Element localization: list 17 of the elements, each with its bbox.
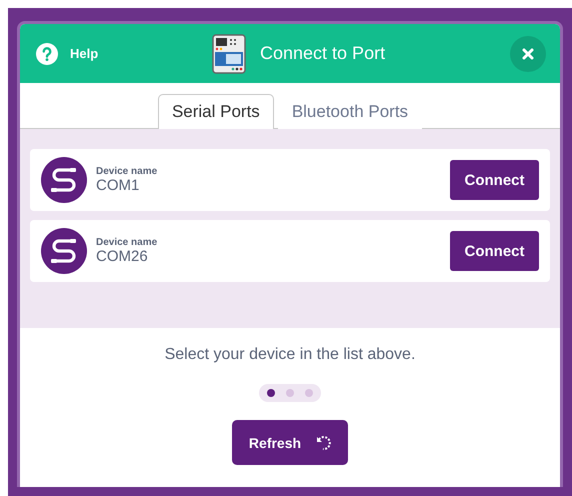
cable-icon bbox=[41, 228, 87, 274]
connect-button[interactable]: Connect bbox=[450, 231, 539, 271]
help-icon[interactable] bbox=[36, 42, 58, 64]
device-caption: Device name bbox=[96, 237, 158, 248]
device-name: COM26 bbox=[96, 248, 149, 265]
refresh-icon bbox=[315, 434, 332, 450]
connect-button[interactable]: Connect bbox=[450, 160, 539, 200]
device-name: COM1 bbox=[96, 177, 140, 194]
close-button[interactable] bbox=[510, 36, 546, 72]
tab[interactable]: Serial Ports bbox=[158, 94, 274, 129]
cable-icon bbox=[41, 157, 87, 203]
refresh-button[interactable]: Refresh bbox=[232, 420, 348, 465]
instruction-text: Select your device in the list above. bbox=[164, 346, 416, 364]
device-icon bbox=[212, 34, 246, 74]
dialog-title: Connect to Port bbox=[260, 43, 386, 64]
close-icon bbox=[522, 48, 534, 60]
device-caption: Device name bbox=[96, 166, 158, 177]
